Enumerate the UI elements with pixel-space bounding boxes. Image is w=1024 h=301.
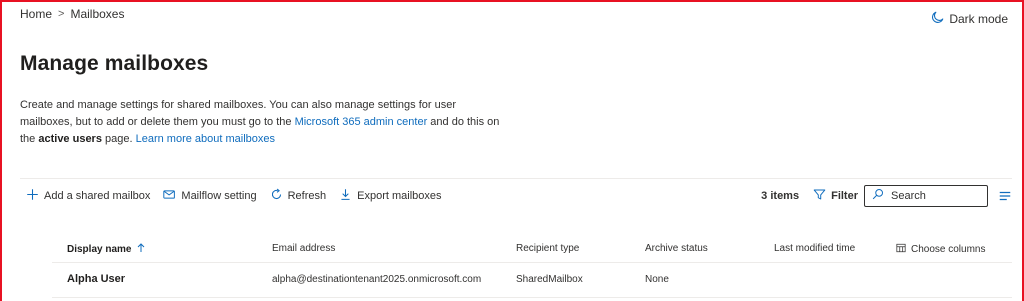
dark-mode-label: Dark mode [949, 12, 1008, 26]
column-recipient-type[interactable]: Recipient type [516, 243, 579, 254]
column-archive-status[interactable]: Archive status [645, 243, 708, 254]
column-email-address-label: Email address [272, 243, 336, 254]
mailboxes-table: Display name Email address Recipient typ… [52, 234, 1012, 298]
search-input[interactable] [891, 190, 981, 202]
column-display-name[interactable]: Display name [67, 243, 146, 256]
admin-center-link[interactable]: Microsoft 365 admin center [295, 116, 428, 128]
toolbar-divider [20, 178, 1012, 179]
cell-display-name[interactable]: Alpha User [67, 273, 125, 285]
search-icon [872, 187, 884, 205]
cell-email-address: alpha@destinationtenant2025.onmicrosoft.… [272, 274, 482, 285]
breadcrumb-current: Mailboxes [70, 7, 125, 21]
mailflow-setting-button[interactable]: Mailflow setting [163, 188, 257, 204]
table-header: Display name Email address Recipient typ… [52, 234, 1012, 263]
column-recipient-type-label: Recipient type [516, 243, 580, 254]
learn-more-link[interactable]: Learn more about mailboxes [136, 133, 275, 145]
filter-label: Filter [831, 190, 858, 202]
arrow-up-icon [136, 243, 146, 256]
column-last-modified-label: Last modified time [774, 243, 856, 254]
choose-columns-icon [896, 243, 906, 256]
refresh-icon [270, 188, 283, 204]
cell-archive-status: None [645, 274, 669, 285]
column-email-address[interactable]: Email address [272, 243, 335, 254]
breadcrumb-home[interactable]: Home [20, 7, 52, 21]
export-mailboxes-label: Export mailboxes [357, 190, 442, 202]
add-shared-mailbox-button[interactable]: Add a shared mailbox [26, 188, 150, 204]
choose-columns-label: Choose columns [911, 244, 986, 255]
app-frame: Home > Mailboxes Dark mode Manage mailbo… [0, 0, 1024, 301]
dark-mode-toggle[interactable]: Dark mode [931, 11, 1008, 27]
choose-columns-button[interactable]: Choose columns [896, 243, 985, 256]
export-mailboxes-button[interactable]: Export mailboxes [339, 188, 442, 204]
breadcrumb: Home > Mailboxes [20, 7, 124, 21]
column-display-name-label: Display name [67, 244, 132, 255]
plus-icon [26, 188, 39, 204]
mail-settings-icon [163, 188, 176, 204]
mailflow-setting-label: Mailflow setting [181, 190, 257, 202]
refresh-button[interactable]: Refresh [270, 188, 327, 204]
view-options-button[interactable] [998, 189, 1012, 203]
command-bar: Add a shared mailbox Mailflow setting Re… [26, 185, 1012, 207]
filter-button[interactable]: Filter [813, 188, 858, 204]
download-icon [339, 188, 352, 204]
item-count: 3 items [761, 190, 800, 202]
column-last-modified[interactable]: Last modified time [774, 243, 855, 254]
description-text-3: page. [101, 133, 136, 145]
view-options-icon [998, 189, 1012, 203]
column-archive-status-label: Archive status [645, 243, 708, 254]
cell-recipient-type: SharedMailbox [516, 274, 583, 285]
page-title: Manage mailboxes [20, 52, 209, 75]
add-shared-mailbox-label: Add a shared mailbox [44, 190, 151, 202]
table-row[interactable]: Alpha User alpha@destinationtenant2025.o… [52, 263, 1012, 298]
page-description: Create and manage settings for shared ma… [20, 97, 510, 148]
search-box[interactable] [864, 185, 988, 207]
moon-icon [931, 11, 944, 27]
refresh-label: Refresh [287, 190, 327, 202]
filter-icon [813, 188, 826, 204]
active-users-text: active users [38, 133, 102, 145]
breadcrumb-separator: > [58, 8, 65, 20]
command-bar-right: 3 items Filter [761, 185, 1012, 207]
